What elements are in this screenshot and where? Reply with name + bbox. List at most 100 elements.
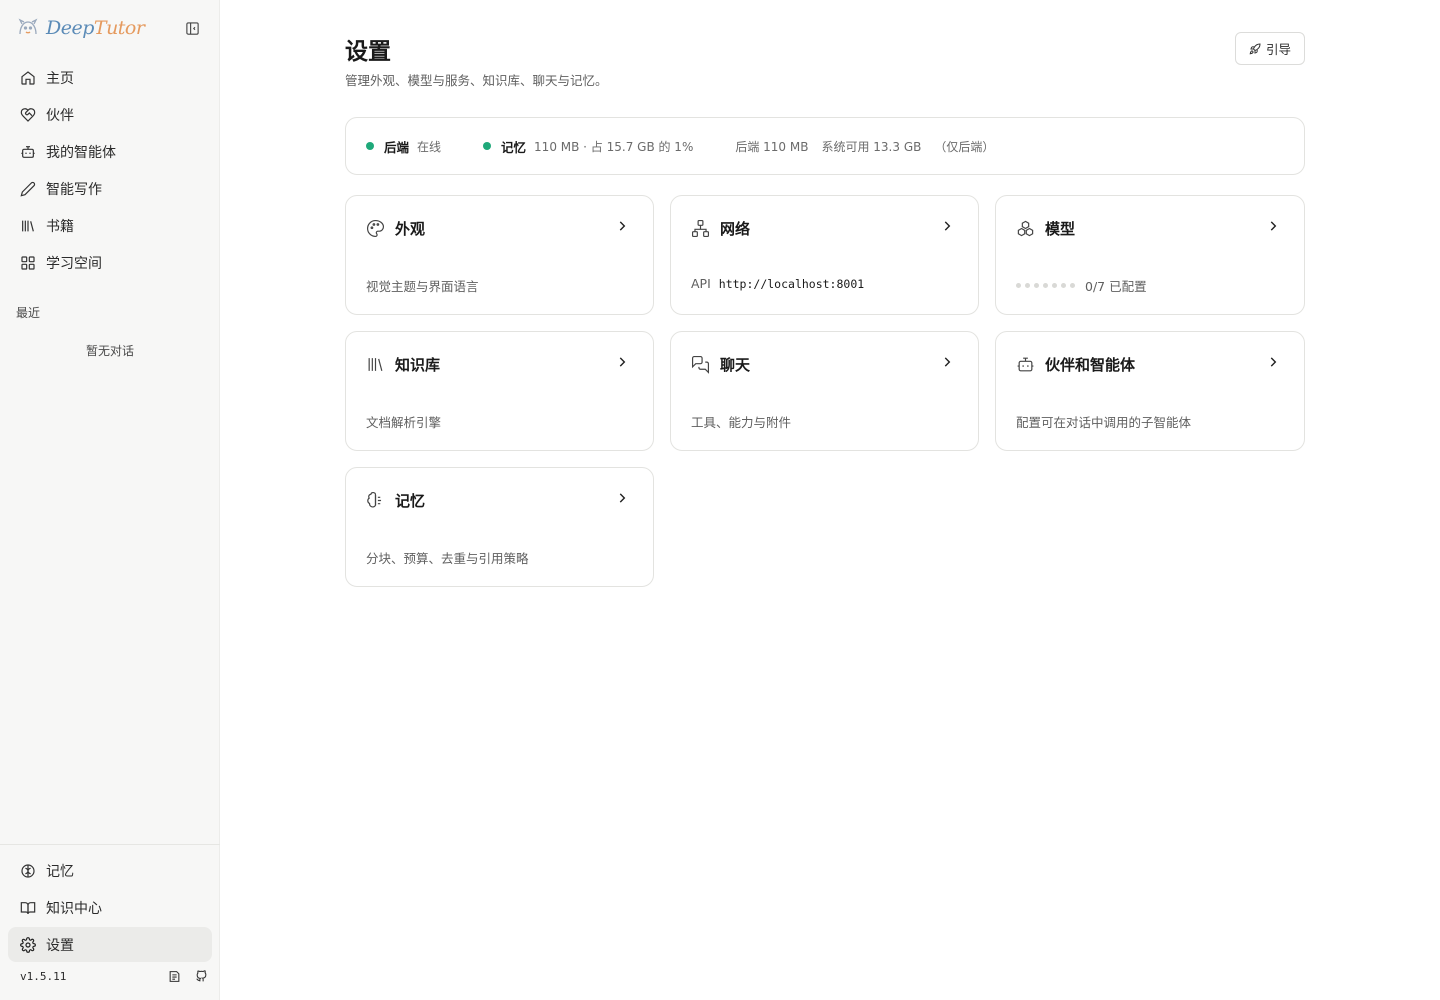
card-title: 记忆 bbox=[395, 492, 426, 510]
sidebar-bottom-nav: 记忆 知识中心 设置 bbox=[0, 844, 220, 964]
card-knowledge-base[interactable]: 知识库 文档解析引擎 bbox=[345, 331, 654, 451]
boxes-icon bbox=[1017, 220, 1034, 237]
nav-item-label: 伙伴 bbox=[46, 107, 74, 124]
card-header: 记忆 bbox=[366, 490, 425, 511]
docs-button[interactable] bbox=[168, 970, 181, 983]
page-title: 设置 bbox=[345, 38, 391, 65]
nav-item-books[interactable]: 书籍 bbox=[8, 208, 212, 243]
card-title: 知识库 bbox=[395, 356, 441, 374]
chevron-right-icon bbox=[1270, 357, 1277, 367]
chevron-right-icon bbox=[619, 221, 626, 231]
model-dot bbox=[1034, 283, 1039, 288]
nav-item-home[interactable]: 主页 bbox=[8, 60, 212, 95]
library-icon bbox=[22, 220, 34, 231]
system-status-bar: 后端 在线 记忆 110 MB · 占 15.7 GB 的 1% 后端 110 … bbox=[345, 117, 1305, 175]
brand-logo[interactable]: DeepTutor bbox=[16, 14, 145, 42]
card-description: API http://localhost:8001 bbox=[691, 276, 864, 291]
home-icon bbox=[21, 70, 35, 85]
brand-name-part2: Tutor bbox=[93, 17, 145, 39]
settings-cards-grid: 外观 视觉主题与界面语言 网络 API http://localhost:800… bbox=[345, 195, 1305, 587]
library-icon bbox=[368, 358, 383, 371]
page-subtitle: 管理外观、模型与服务、知识库、聊天与记忆。 bbox=[345, 73, 608, 88]
backend-status-dot bbox=[366, 142, 374, 150]
backend-status-state: 在线 bbox=[417, 139, 442, 154]
card-memory[interactable]: 记忆 分块、预算、去重与引用策略 bbox=[345, 467, 654, 587]
palette-icon bbox=[367, 219, 385, 238]
recent-section-title: 最近 bbox=[16, 306, 41, 320]
card-header: 伙伴和智能体 bbox=[1016, 354, 1135, 375]
heart-handshake-icon bbox=[20, 107, 36, 122]
collapse-sidebar-button[interactable] bbox=[183, 19, 201, 37]
messages-icon bbox=[691, 355, 710, 374]
gear-icon bbox=[20, 936, 36, 953]
card-header: 知识库 bbox=[366, 354, 440, 375]
recent-empty-message: 暂无对话 bbox=[85, 344, 134, 358]
scope-note: （仅后端） bbox=[934, 139, 995, 154]
deeptutor-logo-icon bbox=[18, 18, 38, 35]
brain-icon bbox=[367, 491, 382, 508]
card-appearance[interactable]: 外观 视觉主题与界面语言 bbox=[345, 195, 654, 315]
card-title: 聊天 bbox=[720, 356, 751, 374]
chevron-right-icon bbox=[944, 221, 951, 231]
bot-icon bbox=[21, 145, 35, 158]
nav-item-study-space[interactable]: 学习空间 bbox=[8, 245, 212, 280]
nav-item-label: 主页 bbox=[46, 70, 74, 87]
nav-item-label: 知识中心 bbox=[46, 900, 102, 917]
version-label: v1.5.11 bbox=[20, 970, 67, 983]
nav-item-smart-writing[interactable]: 智能写作 bbox=[8, 171, 212, 206]
card-description: 0/7 已配置 bbox=[1016, 276, 1147, 295]
chevron-right-icon bbox=[944, 357, 951, 367]
nav-item-settings[interactable]: 设置 bbox=[8, 927, 212, 962]
nav-item-knowledge-center[interactable]: 知识中心 bbox=[8, 890, 212, 925]
card-description: 工具、能力与附件 bbox=[691, 415, 792, 430]
card-title: 外观 bbox=[395, 220, 426, 238]
card-title: 模型 bbox=[1045, 220, 1076, 238]
rocket-icon bbox=[1249, 42, 1261, 54]
nav-item-label: 学习空间 bbox=[46, 255, 102, 272]
pen-icon bbox=[20, 181, 36, 197]
network-icon bbox=[691, 219, 710, 238]
chevron-right-icon bbox=[619, 493, 626, 503]
card-models[interactable]: 模型 0/7 已配置 bbox=[995, 195, 1305, 315]
nav-item-memory[interactable]: 记忆 bbox=[8, 853, 212, 888]
github-icon bbox=[196, 970, 207, 982]
card-network[interactable]: 网络 API http://localhost:8001 bbox=[670, 195, 979, 315]
model-dot bbox=[1016, 283, 1021, 288]
bot-icon bbox=[1017, 357, 1034, 372]
backend-status: 后端 在线 bbox=[366, 137, 441, 156]
nav-item-partner[interactable]: 伙伴 bbox=[8, 97, 212, 132]
backend-status-label: 后端 bbox=[384, 139, 410, 155]
memory-status: 记忆 110 MB · 占 15.7 GB 的 1% bbox=[483, 137, 693, 156]
grid-icon bbox=[21, 255, 35, 270]
memory-status-detail: 110 MB · 占 15.7 GB 的 1% bbox=[534, 139, 694, 154]
model-dot bbox=[1052, 283, 1057, 288]
footer-icons bbox=[168, 970, 208, 983]
guide-button-label: 引导 bbox=[1265, 42, 1291, 57]
card-title: 网络 bbox=[720, 220, 751, 238]
card-chat[interactable]: 聊天 工具、能力与附件 bbox=[670, 331, 979, 451]
card-header: 聊天 bbox=[691, 354, 750, 375]
github-button[interactable] bbox=[195, 970, 208, 983]
guide-button[interactable]: 引导 bbox=[1235, 32, 1305, 65]
models-configured-count: 0/7 已配置 bbox=[1085, 279, 1147, 294]
chevron-right-icon bbox=[619, 357, 626, 367]
backend-usage: 后端 110 MB bbox=[735, 139, 809, 154]
card-title: 伙伴和智能体 bbox=[1045, 356, 1136, 374]
nav-item-label: 书籍 bbox=[46, 218, 74, 235]
model-config-dots bbox=[1016, 283, 1075, 288]
model-dot bbox=[1070, 283, 1075, 288]
model-dot bbox=[1043, 283, 1048, 288]
card-description: 视觉主题与界面语言 bbox=[366, 279, 479, 294]
nav-item-my-agents[interactable]: 我的智能体 bbox=[8, 134, 212, 169]
book-open-icon bbox=[20, 901, 36, 914]
card-description: 文档解析引擎 bbox=[366, 415, 442, 430]
chevron-right-icon bbox=[1270, 221, 1277, 231]
brain-icon bbox=[21, 863, 35, 878]
card-partners-agents[interactable]: 伙伴和智能体 配置可在对话中调用的子智能体 bbox=[995, 331, 1305, 451]
model-dot bbox=[1061, 283, 1066, 288]
memory-status-dot bbox=[483, 142, 492, 150]
docs-icon bbox=[169, 971, 180, 982]
card-description: 配置可在对话中调用的子智能体 bbox=[1016, 415, 1192, 430]
main-nav: 主页 伙伴 我的智能体 智能写作 书籍 学习空间 bbox=[8, 60, 212, 282]
brand-name: DeepTutor bbox=[46, 17, 145, 39]
